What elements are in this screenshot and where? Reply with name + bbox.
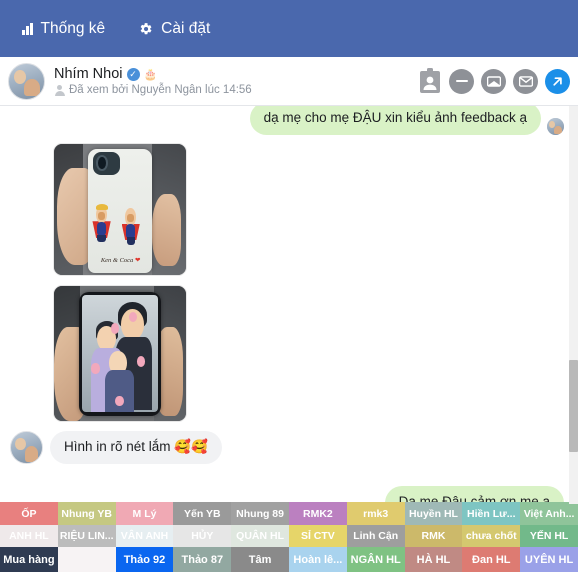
send-arrow-button[interactable] — [545, 68, 570, 94]
tag-button[interactable]: Yến YB — [173, 502, 232, 525]
nav-item-cai-dat-label: Cài đặt — [161, 19, 211, 37]
verified-badge-icon: ✓ — [126, 67, 140, 81]
message-bubble[interactable]: Dạ mẹ Đậu cảm ơn mẹ ạ — [384, 486, 564, 502]
tag-bar: ỐP Nhung YB M Lý Yến YB Nhung 89 RMK2 rmk3 Huyề… — [0, 502, 578, 572]
message-row-outgoing: dạ mẹ cho mẹ ĐẬU xin kiểu ảnh feedback ạ — [10, 106, 564, 136]
tag-button[interactable]: Việt Anh... — [520, 502, 578, 525]
message-image-phonecase-cartoon[interactable]: Ken & Coca ❤ — [53, 143, 187, 277]
tag-row-1: ỐP Nhung YB M Lý Yến YB Nhung 89 RMK2 rmk3 Huyề… — [0, 502, 578, 525]
message-image-phonecase-family[interactable] — [53, 285, 187, 423]
sender-avatar[interactable] — [10, 431, 43, 465]
message-bubble[interactable]: Hình in rõ nét lắm 🥰🥰 — [50, 431, 222, 465]
tag-button[interactable]: Linh Cận — [346, 525, 405, 547]
message-row-incoming: Hình in rõ nét lắm 🥰🥰 — [10, 431, 564, 465]
minus-circle-button[interactable] — [449, 68, 474, 94]
tag-button[interactable]: RMK2 — [288, 502, 347, 525]
photo-caption: Ken & Coca ❤ — [96, 256, 145, 264]
tag-button[interactable]: Hoàn lê... — [288, 547, 347, 572]
gear-icon — [139, 22, 153, 36]
nav-item-cai-dat[interactable]: Cài đặt — [139, 20, 210, 38]
message-seen-avatar — [547, 118, 564, 136]
message-scrollbar-thumb[interactable] — [569, 360, 578, 452]
tag-button[interactable]: HÀ HL — [404, 547, 463, 572]
tag-button[interactable]: Đan HL — [462, 547, 521, 572]
minus-icon — [455, 79, 468, 83]
top-navigation-bar: Thống kê Cài đặt — [0, 0, 578, 57]
app-window: Thống kê Cài đặt Nhím Nhoi ✓ 🎂 Đã xem bở… — [0, 0, 578, 578]
message-scrollbar-track[interactable] — [569, 106, 578, 504]
cake-icon: 🎂 — [143, 68, 158, 81]
phone-case — [79, 291, 161, 416]
tag-button[interactable]: SỈ CTV — [288, 525, 347, 547]
tag-button[interactable]: QUÂN HL — [231, 525, 289, 547]
printed-family-photo — [82, 295, 158, 413]
tag-button[interactable]: Huyền HL — [404, 502, 463, 525]
nav-item-thong-ke-label: Thống kê — [40, 19, 106, 37]
tag-button[interactable]: NGÂN HL — [346, 547, 405, 572]
header-action-buttons — [418, 67, 570, 95]
contact-meta: Nhím Nhoi ✓ 🎂 Đã xem bởi Nguyễn Ngân lúc… — [54, 66, 418, 96]
envelope-circle-button[interactable] — [513, 68, 538, 94]
camera-module — [93, 151, 120, 176]
conversation-header: Nhím Nhoi ✓ 🎂 Đã xem bởi Nguyễn Ngân lúc… — [0, 57, 578, 106]
hand-right — [151, 193, 181, 267]
tag-button[interactable]: ỐP — [0, 502, 58, 525]
seen-status-text: Đã xem bởi Nguyễn Ngân lúc 14:56 — [69, 84, 252, 96]
tag-button[interactable]: Hiền Lư... — [462, 502, 521, 525]
phone-case: Ken & Coca ❤ — [88, 149, 152, 273]
person-icon — [54, 84, 65, 96]
tag-button[interactable]: Nhung 89 — [231, 502, 289, 525]
cartoon-baby-right — [121, 206, 140, 248]
cartoon-baby-left — [92, 203, 111, 246]
tag-button[interactable]: rmk3 — [346, 502, 405, 525]
tag-button[interactable]: UYÊN HL — [520, 547, 578, 572]
bar-chart-icon — [22, 22, 33, 35]
heart-icon: ❤ — [134, 256, 141, 264]
message-bubble[interactable]: dạ mẹ cho mẹ ĐẬU xin kiểu ảnh feedback ạ — [249, 106, 541, 136]
tag-button[interactable]: Mua hàng — [0, 547, 58, 572]
seen-status-row: Đã xem bởi Nguyễn Ngân lúc 14:56 — [54, 84, 418, 96]
contact-name[interactable]: Nhím Nhoi — [54, 66, 123, 82]
tag-button[interactable]: Thảo 87 — [173, 547, 232, 572]
tag-row-3: Mua hàng Thảo 92 Thảo 87 Tâm Hoàn lê... NGÂN … — [0, 547, 578, 572]
tag-button[interactable]: RIỆU LIN... — [57, 525, 116, 547]
tag-button[interactable]: YẾN HL — [520, 525, 578, 547]
tag-button[interactable] — [57, 547, 116, 572]
tag-button[interactable]: ANH HL — [0, 525, 58, 547]
contact-avatar[interactable] — [8, 62, 45, 100]
tag-row-2: ANH HL RIỆU LIN... VÂN ANH HỦY QUÂN HL SỈ CTV… — [0, 525, 578, 547]
tag-button[interactable]: VÂN ANH — [115, 525, 174, 547]
avatar-image — [9, 63, 44, 99]
tag-button[interactable]: chưa chốt — [462, 525, 521, 547]
message-list[interactable]: dạ mẹ cho mẹ ĐẬU xin kiểu ảnh feedback ạ — [0, 106, 578, 502]
message-row-incoming-image: Ken & Coca ❤ — [53, 143, 564, 277]
photo-caption-text: Ken & Coca — [100, 256, 134, 264]
contact-card-icon[interactable] — [418, 67, 442, 95]
contact-name-row: Nhím Nhoi ✓ 🎂 — [54, 66, 418, 82]
tag-button[interactable]: M Lý — [115, 502, 174, 525]
message-row-outgoing: Dạ mẹ Đậu cảm ơn mẹ ạ — [10, 486, 564, 502]
archive-circle-button[interactable] — [481, 68, 506, 94]
tag-button[interactable]: Nhung YB — [57, 502, 116, 525]
tag-button[interactable]: Thảo 92 — [115, 547, 174, 572]
tag-button[interactable]: RMK — [404, 525, 463, 547]
nav-item-thong-ke[interactable]: Thống kê — [22, 20, 105, 38]
avatar-image — [11, 432, 42, 464]
avatar-image — [547, 118, 564, 136]
tag-button[interactable]: HỦY — [173, 525, 232, 547]
tag-button[interactable]: Tâm — [231, 547, 289, 572]
message-row-incoming-image — [53, 285, 564, 423]
